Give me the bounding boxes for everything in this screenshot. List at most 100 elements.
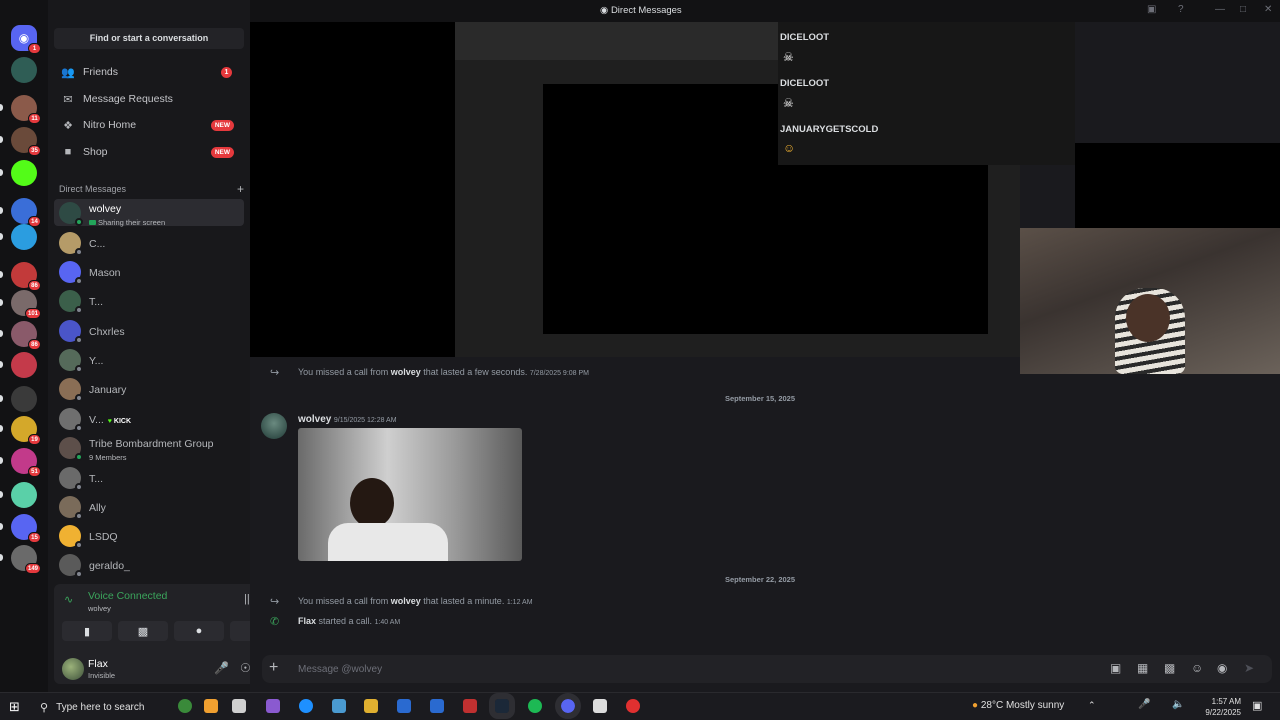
message-image-attachment[interactable] [298,428,522,561]
message-avatar[interactable] [261,413,287,439]
server-icon[interactable]: 14 [11,198,41,227]
video-off-button[interactable]: ▮ [62,621,112,641]
emoji-icon[interactable]: ☺ [1191,661,1203,675]
upload-plus-icon[interactable]: + [269,659,278,677]
presence-status-icon [75,482,83,491]
dm-item[interactable]: C... [54,229,244,256]
copilot-icon[interactable] [266,699,280,713]
user-avatar[interactable] [62,658,84,680]
store-icon[interactable] [332,699,346,713]
server-icon[interactable] [11,482,37,508]
app-icon[interactable] [626,699,640,713]
nav-friends[interactable]: 👥 Friends 1 [54,60,244,84]
message-composer: + ▣ ▦ ▩ ☺ ◉ ➤ [262,655,1272,683]
unread-pill [0,457,3,464]
tray-chevron-icon[interactable]: ⌃ [1088,700,1096,711]
outlook-icon[interactable] [397,699,411,713]
gift-icon[interactable]: ▣ [1110,661,1121,675]
server-icon[interactable] [11,386,37,412]
dm-avatar [59,289,83,314]
steam-icon[interactable] [489,693,515,719]
apps-icon[interactable]: ◉ [1217,661,1227,675]
maximize-icon[interactable]: □ [1240,4,1246,15]
dm-item[interactable]: V... ♥ KICK [54,405,244,432]
server-icon[interactable]: 86 [11,262,41,291]
nav-nitro-home[interactable]: ❖ Nitro Home NEW [54,113,244,137]
minimize-icon[interactable]: — [1215,4,1225,15]
server-icon[interactable]: 19 [11,416,41,445]
server-mention-badge: 35 [28,145,41,156]
send-icon[interactable]: ➤ [1244,661,1254,675]
dm-item[interactable]: Mason [54,258,244,285]
create-dm-icon[interactable]: + [237,182,244,196]
server-icon[interactable] [11,160,37,186]
app-icon[interactable] [463,699,477,713]
dm-item[interactable]: T... [54,287,244,314]
taskbar-search[interactable]: ⚲ Type here to search [32,695,168,719]
clock-date: 9/22/2025 [1205,708,1241,717]
missed-call-icon: ↪ [270,596,280,608]
explorer-icon[interactable] [204,699,218,713]
taskbar-clock[interactable]: 1:57 AM 9/22/2025 [1203,696,1241,718]
screen-share-stream[interactable]: DICELOOT ☠ DICELOOT ☠ JANUARYGETSCOLD ☺ [250,22,1075,357]
help-icon[interactable]: ? [1178,4,1184,15]
dm-item[interactable]: January [54,375,244,402]
server-icon[interactable] [11,224,37,250]
dm-item[interactable]: geraldo_ [54,551,244,578]
server-icon[interactable]: 35 [11,127,41,156]
discord-taskbar-icon[interactable] [555,693,581,719]
sticker-icon[interactable]: ▩ [1164,661,1175,675]
message-author[interactable]: wolvey [298,414,331,425]
spotify-icon[interactable] [528,699,542,713]
server-icon[interactable]: 15 [11,514,41,543]
nav-shop[interactable]: ■ Shop NEW [54,140,244,164]
task-view-icon[interactable] [232,699,246,713]
close-icon[interactable]: ✕ [1264,4,1272,15]
microphone-tray-icon[interactable]: 🎤 [1138,699,1150,710]
dm-item[interactable]: Chxrles [54,317,244,344]
nav-message-requests[interactable]: ✉ Message Requests [54,87,244,111]
envelope-icon: ✉ [63,93,73,106]
weather-widget[interactable]: ● 28°C Mostly sunny [972,700,1064,711]
server-icon[interactable]: ◉ 1 [11,25,41,54]
dm-item[interactable]: Y... [54,346,244,373]
server-icon[interactable]: 86 [11,321,41,350]
missed-call-icon: ↪ [270,367,280,379]
caller-name[interactable]: Flax [298,616,316,626]
caller-name[interactable]: wolvey [391,367,421,377]
voice-status[interactable]: Voice Connected [88,590,167,602]
message-input[interactable] [298,661,898,677]
voice-channel[interactable]: wolvey [88,604,111,613]
caller-name[interactable]: wolvey [391,596,421,606]
server-icon[interactable]: 149 [11,545,41,574]
windows-taskbar: ⊞ ⚲ Type here to search ● 28°C Mostly su… [0,692,1280,720]
notification-icon[interactable]: ▣ [1252,699,1262,712]
dm-item[interactable]: LSDQ [54,522,244,549]
dm-item[interactable]: T... [54,464,244,491]
chrome-icon[interactable] [178,699,192,713]
server-icon[interactable]: 51 [11,448,41,477]
server-icon[interactable] [11,57,37,83]
windows-start-icon[interactable]: ⊞ [9,699,20,715]
server-mention-badge: 86 [28,339,41,350]
mic-icon[interactable]: 🎤 [214,661,229,675]
app-icon[interactable] [593,699,607,713]
volume-icon[interactable]: 🔈 [1172,699,1184,710]
folder-icon[interactable] [364,699,378,713]
server-icon[interactable]: 101 [11,290,41,319]
server-icon[interactable]: 11 [11,95,41,124]
dm-item[interactable]: Ally [54,493,244,520]
activity-button[interactable]: ● [174,621,224,641]
inbox-icon[interactable]: ▣ [1147,4,1156,15]
dm-avatar [59,201,83,226]
share-screen-button[interactable]: ▩ [118,621,168,641]
edge-icon[interactable] [299,699,313,713]
server-icon[interactable] [11,352,37,378]
dm-item[interactable]: Tribe Bombardment Group 9 Members [54,434,244,462]
gif-icon[interactable]: ▦ [1137,661,1148,675]
dm-section-header: Direct Messages + [59,182,244,196]
dm-item[interactable]: wolvey Sharing their screen [54,199,244,227]
find-conversation-button[interactable]: Find or start a conversation [54,28,244,49]
dm-icon: ◉ [600,5,609,16]
app-icon[interactable] [430,699,444,713]
